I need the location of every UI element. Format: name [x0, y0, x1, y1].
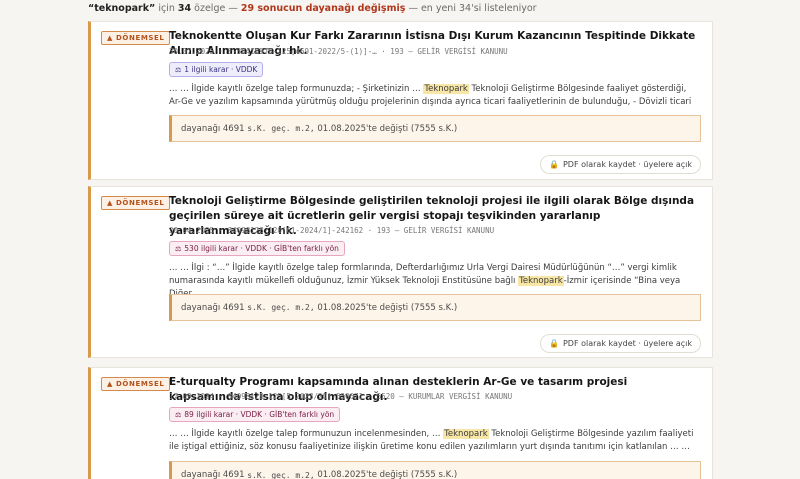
- notice-date: 01.08.2025'te değişti (7555 s.K.): [317, 470, 458, 479]
- summary-query: “teknopark”: [88, 3, 156, 14]
- notice-date: 01.08.2025'te değişti (7555 s.K.): [317, 123, 458, 134]
- scale-icon: ⚖: [175, 410, 182, 419]
- related-rulings-pill[interactable]: ⚖ 530 ilgili karar · VDDK · GİB'ten fark…: [169, 241, 345, 256]
- notice-text: dayanağı 4691: [181, 123, 245, 134]
- status-badge: ▲ DÖNEMSEL: [101, 196, 171, 210]
- basis-changed-notice: dayanağı 4691 s.K. geç. m.2, 01.08.2025'…: [169, 115, 701, 142]
- result-card[interactable]: ▲ DÖNEMSEL E-turqualty Programı kapsamın…: [88, 367, 713, 479]
- summary-in: için: [158, 3, 175, 14]
- status-badge: ▲ DÖNEMSEL: [101, 377, 171, 391]
- excerpt-text: … … İlgide kayıtlı özelge talep formunuz…: [169, 429, 444, 439]
- save-pdf-button[interactable]: 🔒 PDF olarak kaydet · üyelere açık: [540, 334, 701, 353]
- basis-changed-notice: dayanağı 4691 s.K. geç. m.2, 01.08.2025'…: [169, 461, 701, 479]
- notice-code: s.K. geç. m.2,: [247, 124, 315, 133]
- scale-icon: ⚖: [175, 244, 182, 253]
- results-summary: “teknopark” için 34 özelge — 29 sonucun …: [88, 3, 537, 14]
- related-rulings-pill[interactable]: ⚖ 1 ilgili karar · VDDK: [169, 62, 264, 77]
- status-badge: ▲ DÖNEMSEL: [101, 31, 171, 45]
- search-highlight: Teknopark: [443, 429, 489, 439]
- summary-changed: 29 sonucun dayanağı değişmiş: [240, 3, 406, 14]
- pill-label: 89 ilgili karar · VDDK · GİB'ten farklı …: [184, 410, 335, 419]
- result-meta: 30.04.2025 · 84098128-120[61-2024/1]-242…: [169, 226, 495, 235]
- save-pdf-button[interactable]: 🔒 PDF olarak kaydet · üyelere açık: [540, 155, 701, 174]
- pdf-label: PDF olarak kaydet · üyelere açık: [562, 339, 692, 348]
- excerpt-text: … … İlgide kayıtlı özelge talep formunuz…: [169, 84, 424, 94]
- related-rulings-pill[interactable]: ⚖ 89 ilgili karar · VDDK · GİB'ten farkl…: [169, 407, 341, 422]
- search-highlight: Teknopark: [518, 276, 564, 286]
- result-card[interactable]: ▲ DÖNEMSEL Teknokentte Oluşan Kur Farkı …: [88, 21, 713, 180]
- result-excerpt: … … İlgide kayıtlı özelge talep formunuz…: [169, 428, 698, 454]
- notice-code: s.K. geç. m.2,: [247, 470, 315, 479]
- scale-icon: ⚖: [175, 65, 182, 74]
- result-card[interactable]: ▲ DÖNEMSEL Teknoloji Geliştirme Bölgesin…: [88, 186, 713, 358]
- pill-label: 1 ilgili karar · VDDK: [184, 65, 258, 74]
- lock-icon: 🔒: [549, 339, 559, 348]
- notice-text: dayanağı 4691: [181, 470, 245, 479]
- pill-label: 530 ilgili karar · VDDK · GİB'ten farklı…: [184, 244, 339, 253]
- pdf-label: PDF olarak kaydet · üyelere açık: [562, 160, 692, 169]
- summary-ruling-word: özelge —: [194, 3, 238, 14]
- lock-icon: 🔒: [549, 160, 559, 169]
- result-meta: 30.07.2025 · E-38418978-125[4691-2022/5-…: [169, 47, 508, 56]
- search-highlight: Teknopark: [423, 84, 469, 94]
- notice-code: s.K. geç. m.2,: [247, 303, 315, 312]
- notice-date: 01.08.2025'te değişti (7555 s.K.): [317, 302, 458, 313]
- result-meta: 17.09.2024 · 84098128-125[5-2023/20]-550…: [169, 392, 513, 401]
- notice-text: dayanağı 4691: [181, 302, 245, 313]
- summary-count: 34: [177, 3, 192, 14]
- summary-tail: — en yeni 34'si listeleniyor: [408, 3, 537, 14]
- basis-changed-notice: dayanağı 4691 s.K. geç. m.2, 01.08.2025'…: [169, 294, 701, 321]
